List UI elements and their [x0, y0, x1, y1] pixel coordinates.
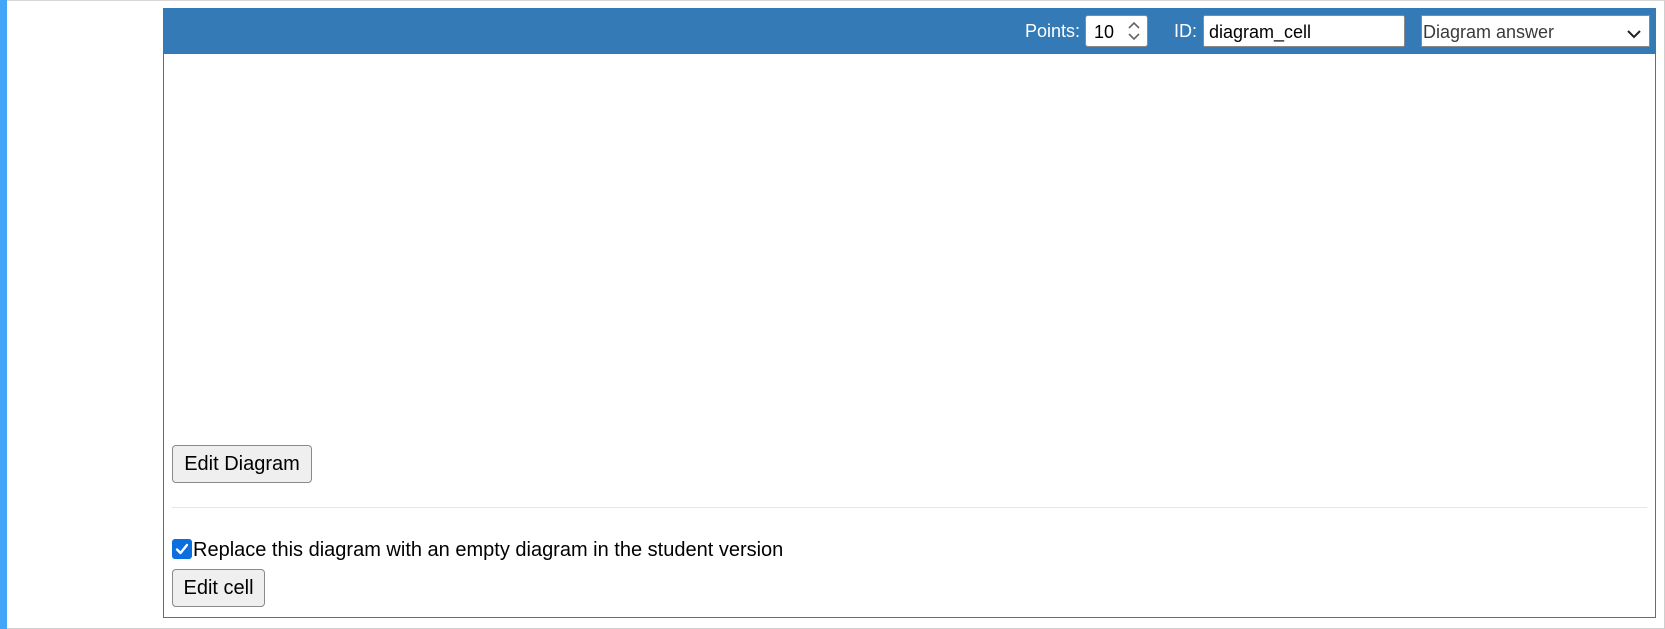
spin-up-down-icon[interactable]	[1127, 19, 1141, 43]
checkmark-icon	[175, 543, 189, 555]
edit-cell-button[interactable]: Edit cell	[172, 569, 265, 607]
diagram-cell: Points: 10 ID: diagram_cell Diagram answ…	[163, 8, 1656, 618]
points-value[interactable]: 10	[1094, 22, 1114, 42]
cell-type-select[interactable]: Diagram answer	[1421, 15, 1650, 47]
points-input[interactable]: 10	[1085, 15, 1148, 47]
replace-diagram-label[interactable]: Replace this diagram with an empty diagr…	[193, 539, 783, 561]
id-label: ID:	[1174, 21, 1198, 41]
cell-id-input[interactable]: diagram_cell	[1203, 15, 1405, 47]
page: Points: 10 ID: diagram_cell Diagram answ…	[0, 0, 1665, 629]
replace-diagram-checkbox[interactable]	[172, 539, 192, 559]
edit-diagram-button[interactable]: Edit Diagram	[172, 445, 312, 483]
cell-header: Points: 10 ID: diagram_cell Diagram answ…	[164, 9, 1655, 54]
points-label: Points:	[1025, 21, 1081, 41]
left-accent-bar	[0, 0, 7, 629]
section-divider	[172, 507, 1647, 508]
cell-id-value[interactable]: diagram_cell	[1209, 22, 1311, 42]
chevron-down-icon[interactable]	[1627, 26, 1641, 39]
cell-type-selected-value[interactable]: Diagram answer	[1423, 22, 1554, 42]
top-border	[7, 0, 1665, 1]
